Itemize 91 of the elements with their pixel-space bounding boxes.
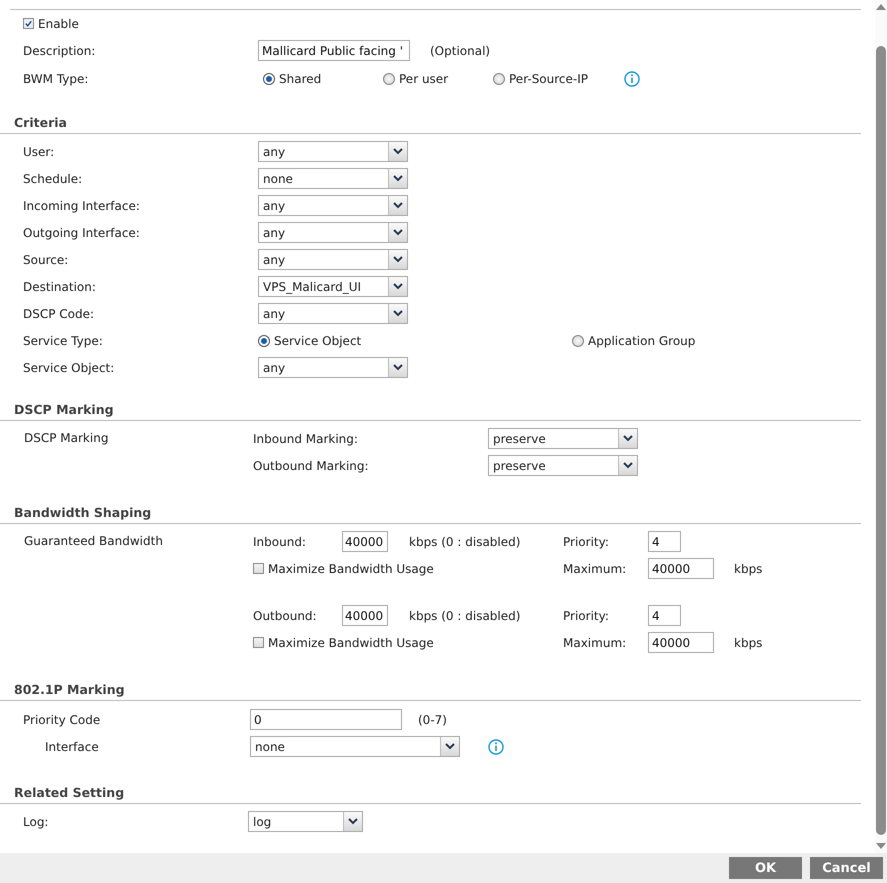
dropdown[interactable]: preserve	[488, 428, 638, 449]
range-hint: (0-7)	[418, 712, 447, 726]
priority-field[interactable]: 4	[648, 605, 681, 626]
interface-label: Interface	[45, 740, 99, 754]
direction-label: Inbound:	[253, 534, 307, 548]
field-label: Outgoing Interface:	[23, 226, 141, 240]
maximize-label: Maximize Bandwidth Usage	[268, 636, 434, 650]
dscp-marking-label: DSCP Marking	[24, 430, 110, 445]
section-heading: Related Setting	[14, 784, 124, 800]
caret-icon	[388, 196, 407, 215]
field-label: Schedule:	[23, 172, 84, 186]
field-label: Service Type:	[23, 334, 104, 348]
kbps-unit: kbps	[734, 636, 762, 650]
field-label: Destination:	[23, 280, 97, 294]
maximize-label: Maximize Bandwidth Usage	[268, 562, 434, 576]
bwm-type-radio[interactable]	[493, 73, 505, 85]
dropdown[interactable]: VPS_Malicard_UI	[258, 276, 408, 297]
dropdown[interactable]: preserve	[488, 455, 638, 476]
caret-icon	[388, 358, 407, 377]
enable-label: Enable	[38, 16, 79, 30]
maximum-field[interactable]: 40000	[648, 632, 714, 653]
maximum-label: Maximum:	[563, 562, 628, 576]
dropdown[interactable]: any	[258, 195, 408, 216]
description-label: Description:	[23, 44, 96, 58]
info-icon[interactable]	[624, 71, 640, 87]
field-label: User:	[23, 144, 56, 158]
scrollbar-thumb[interactable]	[876, 46, 886, 835]
maximum-label: Maximum:	[563, 636, 628, 650]
service-type-radio[interactable]	[572, 334, 584, 346]
maximize-checkbox[interactable]	[253, 637, 264, 648]
section-heading: 802.1P Marking	[14, 682, 125, 696]
guaranteed-bandwidth-label: Guaranteed Bandwidth	[24, 533, 164, 548]
caret-icon	[618, 429, 637, 448]
dropdown[interactable]: none	[250, 736, 460, 757]
dropdown[interactable]: any	[258, 222, 408, 243]
service-type-option: Application Group	[588, 334, 696, 348]
optional-hint: (Optional)	[430, 44, 490, 58]
caret-icon	[618, 456, 637, 475]
caret-icon	[388, 142, 407, 161]
dropdown[interactable]: any	[258, 249, 408, 270]
bwm-type-radio[interactable]	[263, 73, 275, 85]
service-type-option: Service Object	[274, 334, 362, 348]
marking-label: Inbound Marking:	[253, 432, 359, 446]
priority-label: Priority:	[563, 534, 610, 548]
priority-code-field[interactable]: 0	[250, 709, 402, 730]
bwm-type-option: Shared	[279, 72, 322, 86]
bwm-type-radio[interactable]	[383, 73, 395, 85]
dropdown[interactable]: any	[258, 357, 408, 378]
field-label: Incoming Interface:	[23, 198, 141, 212]
kbps-unit: kbps	[734, 562, 762, 576]
priority-code-label: Priority Code	[23, 712, 102, 726]
dropdown[interactable]: none	[258, 168, 408, 189]
scroll-up-icon[interactable]	[875, 2, 887, 12]
caret-icon	[388, 277, 407, 296]
marking-label: Outbound Marking:	[253, 458, 370, 472]
caret-icon	[343, 812, 362, 831]
priority-label: Priority:	[563, 608, 610, 622]
scrollbar[interactable]	[875, 0, 887, 853]
direction-label: Outbound:	[253, 608, 318, 622]
maximum-field[interactable]: 40000	[648, 558, 714, 579]
enable-checkbox[interactable]	[23, 18, 34, 29]
kbps-hint: kbps (0 : disabled)	[409, 534, 522, 548]
caret-icon	[388, 304, 407, 323]
dialog-button[interactable]: OK	[729, 857, 802, 879]
scroll-down-icon[interactable]	[875, 841, 887, 851]
field-label: DSCP Code:	[23, 306, 96, 320]
maximize-checkbox[interactable]	[253, 563, 264, 574]
service-type-radio[interactable]	[258, 334, 270, 346]
caret-icon	[388, 223, 407, 242]
kbps-hint: kbps (0 : disabled)	[409, 608, 522, 622]
caret-icon	[440, 737, 459, 756]
dropdown[interactable]: log	[248, 811, 363, 832]
section-heading: Bandwidth Shaping	[14, 504, 152, 520]
section-heading: DSCP Marking	[14, 402, 114, 416]
bwm-type-option: Per user	[399, 72, 448, 86]
field-label: Service Object:	[23, 360, 116, 374]
section-heading: Criteria	[14, 114, 67, 130]
bwm-type-option: Per-Source-IP	[509, 72, 588, 86]
dropdown[interactable]: any	[258, 141, 408, 162]
caret-icon	[388, 250, 407, 269]
caret-icon	[388, 169, 407, 188]
priority-field[interactable]: 4	[648, 531, 681, 552]
bandwidth-field[interactable]: 40000	[342, 605, 388, 626]
dropdown[interactable]: any	[258, 303, 408, 324]
bwm-type-label: BWM Type:	[23, 72, 90, 86]
description-field[interactable]: Mallicard Public facing '	[258, 40, 410, 61]
dialog-button[interactable]: Cancel	[810, 857, 883, 879]
info-icon[interactable]	[488, 738, 504, 754]
log-label: Log:	[23, 814, 50, 828]
field-label: Source:	[23, 252, 70, 266]
bandwidth-field[interactable]: 40000	[342, 531, 388, 552]
